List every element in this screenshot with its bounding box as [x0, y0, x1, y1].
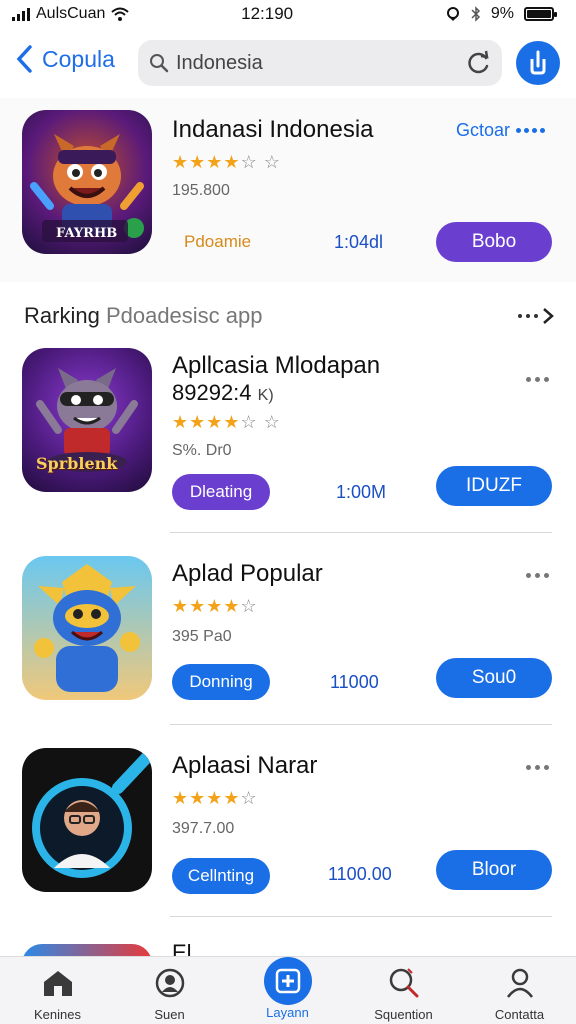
app-rating: ★★★★☆	[172, 788, 258, 808]
app-icon[interactable]	[22, 748, 152, 892]
app-row[interactable]: Aplad Popular ★★★★☆ 395 Pa0 Donning 1100…	[0, 556, 576, 716]
app-title: El	[172, 940, 192, 956]
featured-link[interactable]: Gctoar	[456, 120, 546, 141]
tab-bar: Kenines Suen Layann Squention Contatta	[0, 956, 576, 1024]
tab-search[interactable]: Suen	[112, 957, 227, 1024]
battery-icon	[524, 7, 557, 21]
app-title: Aplaasi Narar	[172, 752, 318, 779]
magnifier-avatar-icon	[32, 748, 152, 878]
divider	[170, 724, 552, 725]
tab-profile[interactable]: Contatta	[462, 957, 576, 1024]
section-subtitle: Pdoadesisc app	[105, 303, 263, 328]
blue-mascot-icon	[34, 564, 140, 692]
section-title: Rarking	[24, 303, 100, 328]
signal-icon	[12, 7, 30, 21]
app-icon[interactable]: Sprblenk	[22, 348, 152, 492]
bluetooth-icon	[471, 6, 480, 22]
divider	[170, 532, 552, 533]
more-options-icon[interactable]	[526, 762, 556, 772]
app-count: 1:00M	[336, 482, 387, 502]
back-label: Copula	[42, 45, 115, 72]
app-get-button[interactable]: IDUZF	[436, 466, 552, 506]
divider	[170, 916, 552, 917]
search-icon	[150, 54, 169, 73]
app-count: 1100.00	[328, 864, 392, 884]
location-icon	[446, 7, 459, 21]
carrier-label: AulsCuan	[36, 5, 106, 22]
app-tag[interactable]: Cellnting	[172, 858, 270, 894]
app-meta: 395 Pa0	[172, 628, 232, 645]
app-icon	[22, 944, 152, 956]
app-row[interactable]: Sprblenk Apllcasia Mlodapan 89292:4 K) ★…	[0, 348, 576, 524]
app-count: 11000	[330, 672, 379, 692]
app-rating: ★★★★☆ ☆	[172, 412, 281, 432]
app-subtitle: 89292:4 K)	[172, 380, 274, 405]
featured-app-card[interactable]: FAYRHB Indanasi Indonesia Gctoar ★★★★☆ ☆…	[0, 98, 576, 282]
more-options-icon[interactable]	[526, 374, 556, 384]
featured-app-icon[interactable]: FAYRHB	[22, 110, 152, 254]
featured-category: Pdoamie	[184, 232, 252, 251]
tab-apps[interactable]: Layann	[230, 957, 345, 1024]
search-input[interactable]: Indonesia	[176, 52, 466, 75]
app-title: Apllcasia Mlodapan	[172, 352, 381, 379]
tab-home[interactable]: Kenines	[0, 957, 115, 1024]
search-profile-icon	[155, 968, 184, 998]
app-icon-label: Sprblenk	[36, 454, 118, 473]
battery-percent: 9%	[490, 5, 514, 22]
app-row[interactable]: Aplaasi Narar ★★★★☆ 397.7.00 Cellnting 1…	[0, 748, 576, 908]
nav-bar: Copula Indonesia	[0, 38, 576, 88]
apps-icon	[275, 968, 300, 994]
app-title: Aplad Popular	[172, 560, 323, 587]
featured-count: 1:04dl	[334, 232, 384, 252]
tab-label: Squention	[374, 1007, 433, 1022]
back-button[interactable]: Copula	[14, 44, 115, 74]
section-header[interactable]: Rarking Pdoadesisc app	[24, 298, 554, 334]
more-dots-icon	[516, 128, 546, 133]
tab-label: Contatta	[494, 1007, 545, 1022]
refresh-icon[interactable]	[466, 50, 492, 76]
app-tag[interactable]: Donning	[172, 664, 270, 700]
tab-label: Kenines	[34, 1007, 81, 1022]
tab-label: Suen	[154, 1007, 185, 1022]
share-button[interactable]	[516, 41, 560, 85]
featured-link-label: Gctoar	[456, 120, 511, 140]
featured-icon-label: FAYRHB	[56, 226, 118, 241]
featured-title: Indanasi Indonesia	[172, 116, 374, 143]
app-row-peek[interactable]: El	[22, 940, 552, 956]
clock: 12:190	[241, 4, 294, 23]
wifi-icon	[111, 7, 130, 21]
app-tag[interactable]: Dleating	[172, 474, 270, 510]
app-rating: ★★★★☆	[172, 596, 258, 616]
chevron-left-icon	[16, 45, 32, 73]
featured-meta: 195.800	[172, 182, 230, 199]
app-get-button[interactable]: Bloor	[436, 850, 552, 890]
magnifier-icon	[389, 968, 418, 998]
app-get-button[interactable]: Sou0	[436, 658, 552, 698]
person-icon	[506, 968, 533, 998]
more-options-icon[interactable]	[526, 570, 556, 580]
search-field[interactable]: Indonesia	[138, 40, 502, 86]
home-icon	[43, 971, 72, 996]
featured-get-button[interactable]: Bobo	[436, 222, 552, 262]
featured-rating: ★★★★☆ ☆	[172, 152, 281, 172]
tab-squention[interactable]: Squention	[346, 957, 461, 1024]
app-meta: S%. Dr0	[172, 442, 232, 459]
see-all-icon[interactable]	[518, 307, 554, 325]
status-bar: AulsCuan 12:190 9%	[0, 0, 576, 28]
share-icon	[530, 50, 546, 75]
app-meta: 397.7.00	[172, 820, 235, 837]
app-icon[interactable]	[22, 556, 152, 700]
tab-label: Layann	[266, 1005, 309, 1020]
